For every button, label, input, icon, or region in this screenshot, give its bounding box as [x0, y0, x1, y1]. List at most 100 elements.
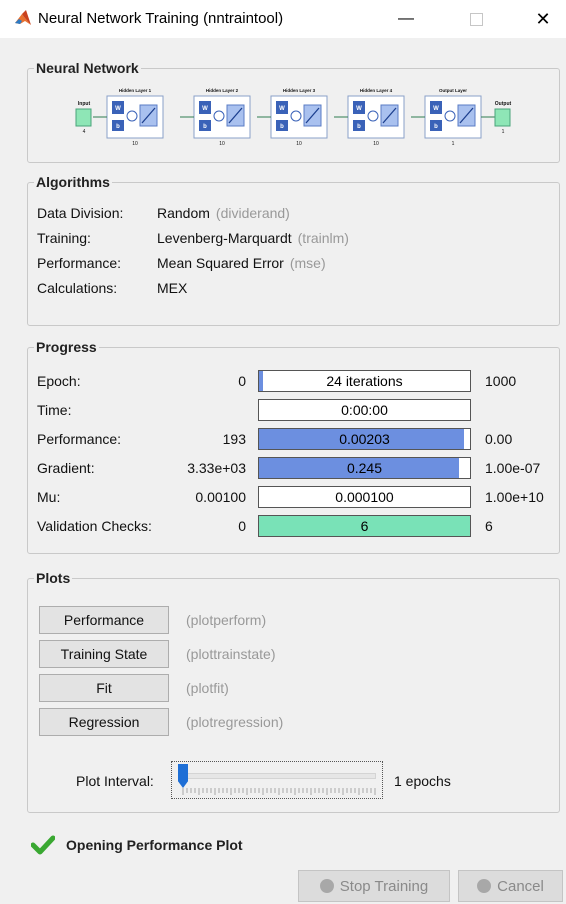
algorithm-function: (trainlm): [297, 230, 349, 246]
output-node: [494, 108, 511, 127]
progress-bar: 0.000100: [258, 486, 471, 508]
plot-function: (plotfit): [186, 680, 229, 696]
matlab-logo-icon: [15, 10, 31, 25]
bias-label: b: [357, 124, 361, 130]
weight-label: W: [115, 106, 121, 112]
algorithm-value-group: MEX: [157, 280, 193, 296]
layer-label: Output Layer: [439, 88, 467, 93]
sum-node: [213, 110, 225, 122]
progress-end-value: 1000: [485, 373, 517, 389]
weight-label: W: [356, 106, 362, 112]
slider-track: [182, 773, 376, 779]
progress-label: Epoch:: [37, 373, 81, 389]
sum-node: [444, 110, 456, 122]
progress-bar: 0:00:00: [258, 399, 471, 421]
algorithm-label: Calculations:: [37, 280, 118, 296]
plot-button[interactable]: Fit: [39, 674, 169, 702]
algorithm-value-group: Mean Squared Error (mse): [157, 255, 326, 271]
plot-button[interactable]: Performance: [39, 606, 169, 634]
progress-bar: 0.245: [258, 457, 471, 479]
layer-label: Hidden Layer 4: [360, 88, 393, 93]
progress-panel: Progress Epoch: 0 24 iterations 1000 Tim…: [27, 339, 560, 554]
output-size: 1: [502, 129, 505, 135]
sum-node: [126, 110, 138, 122]
progress-bar-value: 0:00:00: [341, 402, 388, 418]
plot-interval-slider[interactable]: [171, 761, 383, 799]
progress-bar-value: 0.000100: [335, 489, 394, 505]
window-title: Neural Network Training (nntraintool): [38, 10, 284, 27]
algorithm-row: Training: Levenberg-Marquardt (trainlm): [37, 230, 349, 246]
minimize-button[interactable]: —: [383, 0, 429, 38]
progress-start-value: 0: [238, 518, 246, 534]
algorithm-value: MEX: [157, 280, 188, 296]
cancel-button[interactable]: Cancel: [458, 870, 563, 902]
algorithms-panel: Algorithms Data Division: Random (divider…: [27, 174, 560, 326]
stop-icon: [319, 879, 334, 893]
weight-label: W: [279, 106, 285, 112]
layer-label: Hidden Layer 1: [119, 88, 152, 93]
progress-bar-value: 6: [360, 518, 369, 534]
progress-label: Mu:: [37, 489, 61, 505]
slider-thumb[interactable]: [178, 764, 188, 788]
layer-label: Hidden Layer 3: [283, 88, 316, 93]
weight-label: W: [202, 106, 208, 112]
input-size: 4: [83, 129, 86, 135]
progress-start-value: 0.00100: [195, 489, 246, 505]
progress-bar: 24 iterations: [258, 370, 471, 392]
layer-size: 10: [219, 141, 225, 147]
neural-network-panel: Neural Network Input 4 Hidden Layer 1 Wb 10 H…: [27, 60, 560, 163]
algorithm-value-group: Random (dividerand): [157, 205, 290, 221]
bias-label: b: [203, 124, 207, 130]
close-button[interactable]: ✕: [520, 0, 566, 38]
progress-title: Progress: [34, 339, 99, 355]
algorithm-row: Calculations: MEX: [37, 280, 187, 296]
progress-bar-value: 24 iterations: [326, 373, 403, 389]
layer-size: 10: [373, 141, 379, 147]
output-label: Output: [495, 101, 512, 107]
progress-label: Time:: [37, 402, 72, 418]
algorithm-row: Performance: Mean Squared Error (mse): [37, 255, 326, 271]
plot-button[interactable]: Regression: [39, 708, 169, 736]
close-icon: ✕: [535, 8, 551, 29]
maximize-icon: [469, 12, 483, 26]
layer-size: 10: [296, 141, 302, 147]
algorithm-value: Random: [157, 205, 210, 221]
minimize-icon: —: [398, 10, 414, 27]
cancel-icon: [477, 879, 492, 893]
progress-label: Performance:: [37, 431, 122, 447]
progress-end-value: 0.00: [485, 431, 513, 447]
bias-label: b: [116, 124, 120, 130]
progress-start-value: 0: [238, 373, 246, 389]
bias-label: b: [434, 124, 438, 130]
algorithm-label: Training:: [37, 230, 91, 246]
progress-bar: 6: [258, 515, 471, 537]
slider-ticks: [182, 788, 376, 795]
progress-end-value: 1.00e-07: [485, 460, 541, 476]
algorithm-function: (mse): [289, 255, 326, 271]
stop-training-label: Stop Training: [339, 877, 429, 895]
plot-button[interactable]: Training State: [39, 640, 169, 668]
algorithm-value: Mean Squared Error: [157, 255, 284, 271]
plots-panel: Plots Performance (plotperform) Training…: [27, 570, 560, 813]
network-diagram: Input 4 Hidden Layer 1 Wb 10 Hidden Layer 2 Wb…: [75, 88, 512, 147]
algorithm-label: Data Division:: [37, 205, 124, 221]
layer-size: 1: [452, 141, 455, 147]
progress-end-value: 1.00e+10: [485, 489, 544, 505]
checkmark-icon: [31, 835, 55, 855]
maximize-button[interactable]: [453, 0, 499, 38]
bias-label: b: [280, 124, 284, 130]
algorithms-title: Algorithms: [34, 174, 112, 190]
status-text: Opening Performance Plot: [66, 837, 243, 853]
plot-interval-label: Plot Interval:: [76, 773, 154, 789]
stop-training-button[interactable]: Stop Training: [298, 870, 450, 902]
plot-interval-value: 1 epochs: [394, 773, 451, 789]
sum-node: [367, 110, 379, 122]
plot-function: (plottrainstate): [186, 646, 276, 662]
progress-start-value: 193: [222, 431, 246, 447]
sum-node: [290, 110, 302, 122]
progress-bar-value: 0.245: [346, 460, 383, 476]
progress-label: Gradient:: [37, 460, 95, 476]
progress-end-value: 6: [485, 518, 493, 534]
progress-bar: 0.00203: [258, 428, 471, 450]
input-label: Input: [78, 101, 91, 107]
